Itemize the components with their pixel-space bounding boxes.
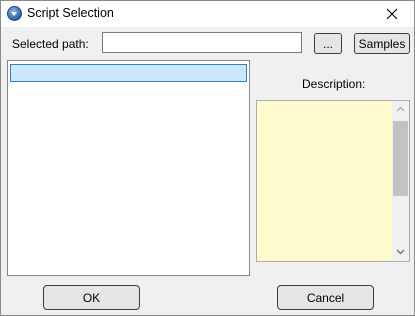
- window-title: Script Selection: [27, 6, 114, 20]
- selected-path-input[interactable]: [102, 32, 302, 53]
- scroll-thumb[interactable]: [393, 121, 408, 196]
- scroll-up-button[interactable]: [392, 101, 409, 118]
- ok-button[interactable]: OK: [43, 285, 140, 310]
- script-selection-dialog: Script Selection Selected path: ... Samp…: [0, 0, 415, 316]
- title-bar: Script Selection: [1, 1, 414, 27]
- description-scrollbar[interactable]: [392, 101, 409, 261]
- browse-button[interactable]: ...: [314, 33, 342, 54]
- close-icon: [386, 8, 398, 20]
- selected-path-label: Selected path:: [12, 37, 89, 51]
- samples-button[interactable]: Samples: [354, 33, 410, 54]
- chevron-up-icon: [396, 106, 405, 112]
- app-icon: [7, 6, 22, 21]
- chevron-down-icon: [396, 249, 405, 255]
- script-list[interactable]: [7, 60, 250, 276]
- scroll-down-button[interactable]: [392, 244, 409, 261]
- description-box[interactable]: [256, 100, 410, 262]
- description-label: Description:: [302, 77, 366, 91]
- list-item[interactable]: [10, 64, 247, 82]
- cancel-button[interactable]: Cancel: [277, 285, 374, 310]
- close-button[interactable]: [370, 1, 414, 27]
